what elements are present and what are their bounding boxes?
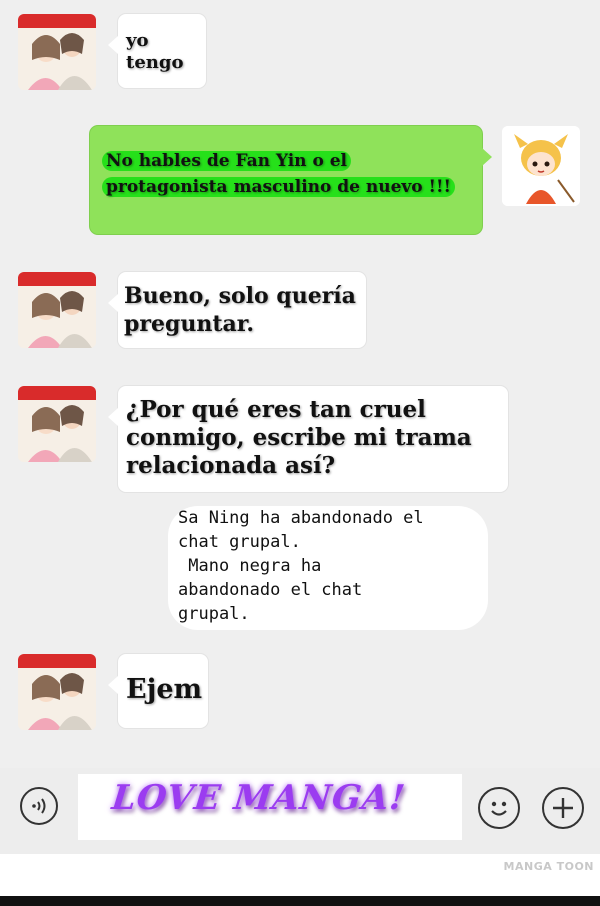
message-bubble[interactable]: yo tengo xyxy=(108,14,206,88)
voice-icon[interactable] xyxy=(20,787,58,825)
system-notice: Sa Ning ha abandonado el chat grupal. Ma… xyxy=(178,508,424,624)
bottom-strip xyxy=(0,896,600,906)
message-text: No hables de Fan Yin o el protagonista m… xyxy=(102,151,455,197)
message-bubble-outgoing[interactable]: No hables de Fan Yin o el protagonista m… xyxy=(90,126,492,234)
avatar-manga-couple[interactable] xyxy=(18,272,96,348)
avatar-manga-couple[interactable] xyxy=(18,654,96,730)
avatar-manga-couple[interactable] xyxy=(18,386,96,462)
emoji-icon[interactable] xyxy=(478,787,520,829)
plus-icon[interactable] xyxy=(542,787,584,829)
message-text: yo tengo xyxy=(126,30,184,73)
message-bubble[interactable]: Ejem xyxy=(108,654,208,728)
avatar-chibi-girl[interactable] xyxy=(502,126,580,206)
message-text: ¿Por qué eres tan cruel conmigo, escribe… xyxy=(126,396,472,479)
message-bubble[interactable]: Bueno, solo quería preguntar. xyxy=(108,272,366,348)
message-text: Bueno, solo quería preguntar. xyxy=(124,283,356,337)
avatar-manga-couple[interactable] xyxy=(18,14,96,90)
message-bubble[interactable]: ¿Por qué eres tan cruel conmigo, escribe… xyxy=(108,386,508,492)
watermark: MANGA TOON xyxy=(503,860,594,873)
message-text: Ejem xyxy=(126,674,203,705)
message-input-text: LOVE MANGA! xyxy=(109,778,408,818)
